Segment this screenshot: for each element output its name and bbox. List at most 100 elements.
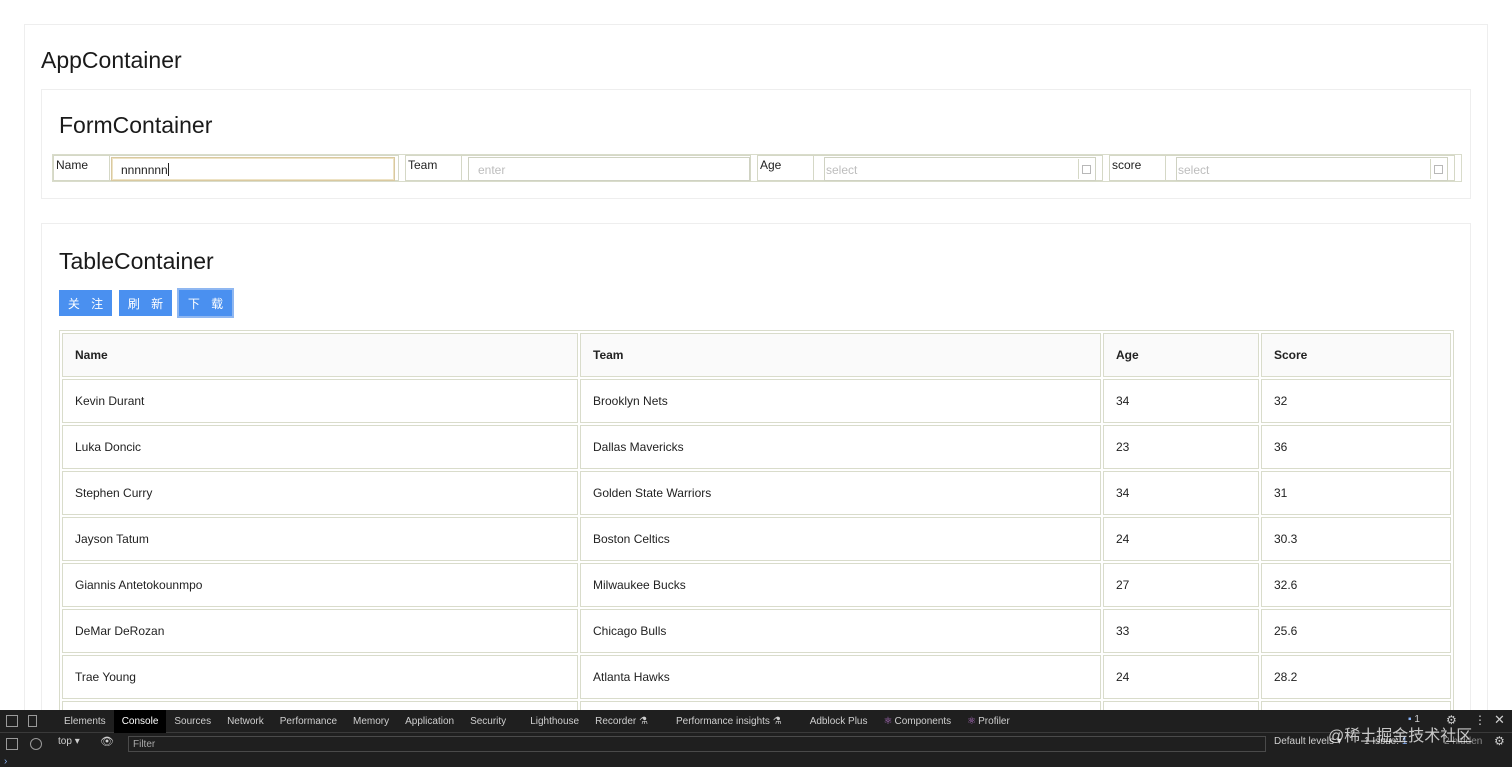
column-header-team[interactable]: Team [580, 333, 1101, 377]
tab-recorder[interactable]: Recorder ⚗ [587, 710, 656, 733]
tab-network[interactable]: Network [219, 710, 272, 733]
table-row[interactable]: DeMar DeRozan Chicago Bulls 33 25.6 [62, 609, 1451, 653]
console-toolbar: top ▾ 👁 Filter Default levels ▾ 1 Issue:… [0, 733, 1512, 755]
cell-name: Kevin Durant [62, 379, 578, 423]
tab-adblock-plus[interactable]: Adblock Plus [802, 710, 876, 733]
inspect-element-icon[interactable] [6, 714, 18, 727]
column-header-name[interactable]: Name [62, 333, 578, 377]
eye-icon[interactable]: 👁 [100, 735, 114, 748]
cell-name: Jayson Tatum [62, 517, 578, 561]
table-row[interactable]: Kevin Durant Brooklyn Nets 34 32 [62, 379, 1451, 423]
team-label: Team [406, 156, 462, 180]
cell-score: 28.2 [1261, 655, 1451, 699]
cell-team: Golden State Warriors [580, 471, 1101, 515]
table-row[interactable]: Luka Doncic Dallas Mavericks 23 36 [62, 425, 1451, 469]
text-caret [167, 163, 169, 176]
page: AppContainer FormContainer Name nnnnnnn … [0, 0, 1512, 767]
cell-name: DeMar DeRozan [62, 609, 578, 653]
cell-age: 24 [1103, 655, 1259, 699]
score-select[interactable]: select [1176, 157, 1448, 181]
cell-team: Dallas Mavericks [580, 425, 1101, 469]
column-header-age[interactable]: Age [1103, 333, 1259, 377]
cell-score: 30.3 [1261, 517, 1451, 561]
more-menu-icon[interactable]: ⋮ [1474, 713, 1486, 727]
cell-age: 34 [1103, 379, 1259, 423]
cell-name: Stephen Curry [62, 471, 578, 515]
tab-sources[interactable]: Sources [166, 710, 219, 733]
name-input[interactable]: nnnnnnn [111, 157, 395, 181]
close-icon[interactable]: ✕ [1494, 712, 1505, 728]
cell-name: Luka Doncic [62, 425, 578, 469]
context-selector[interactable]: top ▾ [58, 736, 80, 747]
cell-score: 32.6 [1261, 563, 1451, 607]
cell-team: Atlanta Hawks [580, 655, 1101, 699]
context-selector-value: top [58, 736, 72, 747]
team-input[interactable]: enter [468, 157, 750, 181]
cell-name: Trae Young [62, 655, 578, 699]
tab-memory[interactable]: Memory [345, 710, 397, 733]
cell-age: 24 [1103, 517, 1259, 561]
tab-application[interactable]: Application [397, 710, 462, 733]
table-header-row: Name Team Age Score [62, 333, 1451, 377]
table-row[interactable]: Jayson Tatum Boston Celtics 24 30.3 [62, 517, 1451, 561]
score-select-clear-icon[interactable] [1430, 159, 1446, 179]
table-container: TableContainer 关 注 刷 新 下 载 Name Team Age… [41, 223, 1471, 748]
tab-lighthouse[interactable]: Lighthouse [522, 710, 587, 733]
app-title: AppContainer [41, 47, 182, 73]
table-row[interactable]: Stephen Curry Golden State Warriors 34 3… [62, 471, 1451, 515]
console-filter-input[interactable]: Filter [128, 736, 1266, 752]
form-container: FormContainer Name nnnnnnn Team enter Ag… [41, 89, 1471, 199]
clear-console-icon[interactable] [30, 738, 42, 750]
watermark: @稀土掘金技术社区 [1328, 728, 1473, 745]
column-header-score[interactable]: Score [1261, 333, 1451, 377]
download-button[interactable]: 下 载 [179, 290, 232, 316]
cell-score: 31 [1261, 471, 1451, 515]
tab-profiler-label: Profiler [978, 715, 1010, 727]
cell-team: Brooklyn Nets [580, 379, 1101, 423]
tab-performance-insights[interactable]: Performance insights ⚗ [668, 710, 790, 733]
tab-elements[interactable]: Elements [56, 710, 114, 733]
score-label: score [1110, 156, 1166, 180]
tab-security[interactable]: Security [462, 710, 514, 733]
tab-console[interactable]: Console [113, 709, 167, 733]
table-row[interactable]: Giannis Antetokounmpo Milwaukee Bucks 27… [62, 563, 1451, 607]
cell-age: 23 [1103, 425, 1259, 469]
cell-age: 34 [1103, 471, 1259, 515]
tab-components[interactable]: ⚛ Components [876, 710, 960, 733]
console-prompt-icon[interactable]: › [4, 756, 7, 767]
devtools-tab-bar: Elements Console Sources Network Perform… [0, 709, 1512, 733]
console-settings-gear-icon[interactable]: ⚙ [1494, 734, 1505, 748]
react-icon: ⚛ [883, 715, 893, 727]
button-row: 关 注 刷 新 下 载 [59, 290, 232, 316]
score-field: score select [1109, 155, 1455, 181]
team-input-placeholder: enter [478, 163, 506, 177]
device-toolbar-icon[interactable] [28, 714, 37, 727]
name-label: Name [54, 156, 110, 180]
table-row[interactable]: Trae Young Atlanta Hawks 24 28.2 [62, 655, 1451, 699]
refresh-button[interactable]: 刷 新 [119, 290, 172, 316]
age-field: Age select [757, 155, 1103, 181]
app-container: AppContainer FormContainer Name nnnnnnn … [24, 24, 1488, 748]
tab-components-label: Components [894, 715, 952, 727]
tab-performance[interactable]: Performance [272, 710, 345, 733]
age-label: Age [758, 156, 814, 180]
cell-score: 25.6 [1261, 609, 1451, 653]
tab-profiler[interactable]: ⚛ Profiler [959, 710, 1018, 733]
sidebar-toggle-icon[interactable] [6, 738, 18, 750]
age-select[interactable]: select [824, 157, 1096, 181]
console-filter-placeholder: Filter [133, 739, 156, 750]
cell-age: 27 [1103, 563, 1259, 607]
age-select-placeholder: select [826, 163, 858, 177]
cell-team: Milwaukee Bucks [580, 563, 1101, 607]
age-select-clear-icon[interactable] [1078, 159, 1094, 179]
score-select-placeholder: select [1178, 163, 1210, 177]
cell-team: Chicago Bulls [580, 609, 1101, 653]
table-title: TableContainer [59, 248, 214, 274]
name-input-value: nnnnnnn [121, 163, 168, 177]
cell-score: 36 [1261, 425, 1451, 469]
form-row: Name nnnnnnn Team enter Age select score… [52, 154, 1462, 182]
follow-button[interactable]: 关 注 [59, 290, 112, 316]
players-table: Name Team Age Score Kevin Durant Brookly… [59, 330, 1454, 748]
team-field: Team enter [405, 155, 751, 181]
cell-age: 33 [1103, 609, 1259, 653]
